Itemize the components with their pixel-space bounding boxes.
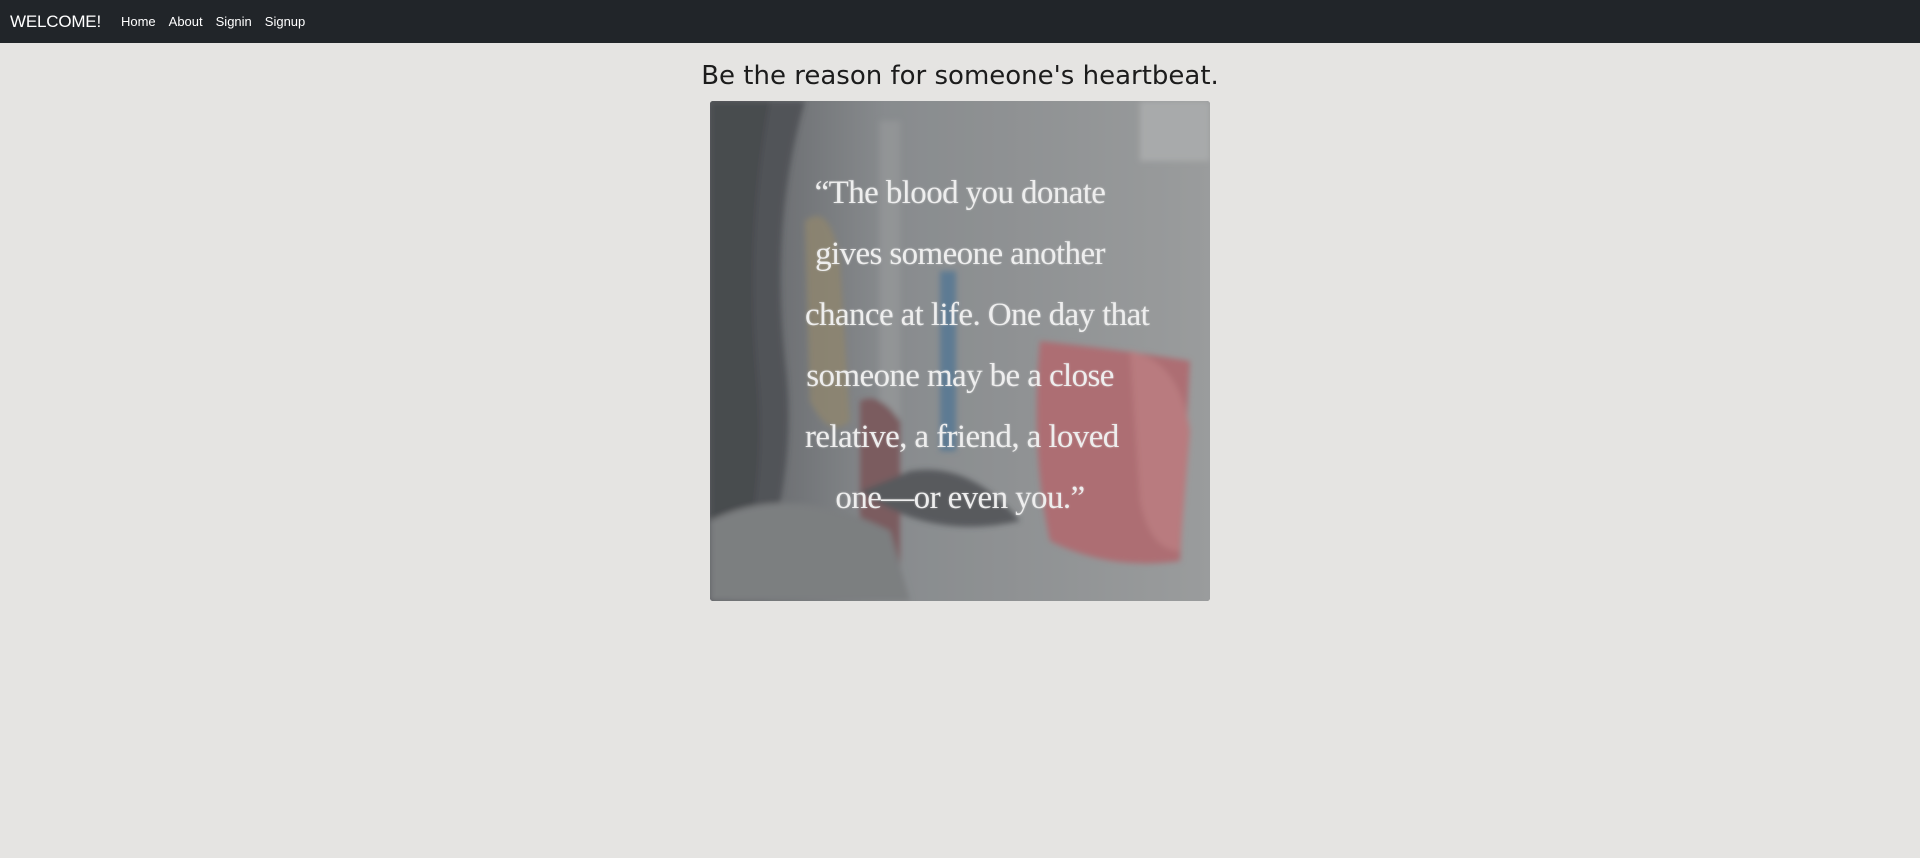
quote-line: one—or even you.”: [835, 480, 1085, 516]
quote-line: relative, a friend, a loved: [805, 419, 1119, 455]
main-content: Be the reason for someone's heartbeat. “…: [0, 43, 1920, 858]
nav-link-home[interactable]: Home: [121, 14, 156, 29]
page: WELCOME! Home About Signin Signup Be the…: [0, 0, 1920, 859]
poster-quote: “The blood you donate gives someone anot…: [805, 163, 1150, 529]
quote-line: “The blood you donate: [814, 175, 1106, 211]
quote-line: chance at life. One day that: [805, 297, 1150, 333]
quote-line: someone may be a close: [806, 358, 1114, 394]
nav-link-signup[interactable]: Signup: [265, 14, 305, 29]
brand-link[interactable]: WELCOME!: [10, 12, 101, 32]
page-headline: Be the reason for someone's heartbeat.: [701, 61, 1219, 91]
top-navbar: WELCOME! Home About Signin Signup: [0, 0, 1920, 43]
nav-link-signin[interactable]: Signin: [216, 14, 252, 29]
nav-link-about[interactable]: About: [169, 14, 203, 29]
quote-line: gives someone another: [815, 236, 1105, 272]
blood-donation-poster-image: “The blood you donate gives someone anot…: [710, 101, 1210, 601]
